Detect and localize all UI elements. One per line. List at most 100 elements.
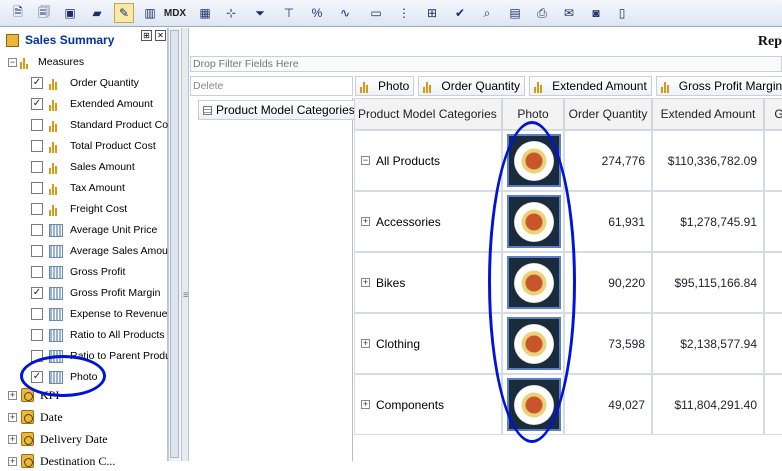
header-extended-amount[interactable]: Extended Amount [652,98,764,130]
dimension-item[interactable]: + Date [8,407,63,427]
measure-item[interactable]: Gross Profit [31,262,125,282]
delete-drop-zone[interactable]: Delete [190,76,353,96]
measure-checkbox[interactable] [31,161,43,173]
measure-item[interactable]: ✓ Extended Amount [31,94,153,114]
close-button[interactable]: ✕ [155,30,166,41]
header-category[interactable]: Product Model Categories [354,98,502,130]
trend-icon[interactable]: ∿ [335,3,355,23]
print-icon[interactable]: ⎙ [532,3,552,23]
collapse-icon[interactable]: − [361,156,370,165]
row-field-chip[interactable]: Product Model Categories [198,100,360,120]
expand-icon[interactable]: + [361,217,370,226]
check-icon[interactable]: ✔ [450,3,470,23]
expand-icon[interactable]: + [361,339,370,348]
calculated-measure-icon [49,223,63,237]
row-header-cell[interactable]: + Components [354,374,502,435]
measure-label: Expense to Revenue [70,308,168,320]
measure-item[interactable]: ✓ Order Quantity [31,73,139,93]
measure-item[interactable]: Standard Product Cos [31,115,173,135]
hierarchy-icon[interactable]: ⋮ [394,3,414,23]
measure-icon [534,80,548,93]
measure-checkbox[interactable] [31,245,43,257]
measure-label: Sales Amount [70,161,135,173]
row-header-cell[interactable]: + Clothing [354,313,502,374]
measure-checkbox[interactable] [31,266,43,278]
header-next-column[interactable]: G [764,98,782,130]
collapse-icon[interactable]: − [8,57,17,67]
design-icon[interactable]: ✎ [114,3,134,23]
row-header-cell[interactable]: + Accessories [354,191,502,252]
measure-label: Average Sales Amou [70,245,168,257]
open-icon[interactable]: 🗐 [34,3,54,23]
percent-icon[interactable]: % [307,3,327,23]
measure-checkbox[interactable] [31,182,43,194]
measure-item[interactable]: Ratio to All Products [31,325,165,345]
expand-icon[interactable]: + [8,412,17,422]
photo-measure-highlight [20,355,106,397]
save-as-icon[interactable]: ▤ [505,3,525,23]
column-field-chip[interactable]: Extended Amount [529,76,652,96]
pin-button[interactable]: ⊞ [141,30,152,41]
filter-icon[interactable]: ⏷ [250,3,270,23]
measure-checkbox[interactable] [31,308,43,320]
chart-icon[interactable]: ▥ [140,3,160,23]
camera-icon[interactable]: ◙ [586,3,606,23]
measure-icon [360,80,374,93]
document-icon[interactable]: ▯ [612,3,632,23]
drill-icon[interactable]: ⊹ [221,3,241,23]
expand-icon[interactable]: + [8,456,17,466]
measure-item[interactable]: Tax Amount [31,178,125,198]
new-report-icon[interactable]: 🗎 [8,3,28,23]
measure-checkbox[interactable] [31,140,43,152]
column-field-chips: Photo Order Quantity Extended Amount Gross … [355,76,782,96]
column-field-label: Extended Amount [552,79,647,93]
folder-icon[interactable]: ▰ [87,3,107,23]
measure-item[interactable]: Expense to Revenue [31,304,167,324]
top-filter-icon[interactable]: ⊤ [279,3,299,23]
measure-checkbox[interactable] [31,329,43,341]
splitter-grip-icon[interactable]: ≡ [183,290,189,301]
kpi-icon[interactable]: ▭ [366,3,386,23]
measure-item[interactable]: Average Sales Amou [31,241,168,261]
column-field-chip[interactable]: Gross Profit Margin [655,76,782,96]
measure-item[interactable]: Sales Amount [31,157,135,177]
toolbar: 🗎 🗐 ▣ ▰ ✎ ▥ MDX ▦ ⊹ ⏷ ⊤ % ∿ ▭ ⋮ ⊞ ✔ ⌕ ▤ … [0,0,782,27]
measures-node[interactable]: − Measures [8,52,84,72]
measure-checkbox[interactable] [31,203,43,215]
grid-icon[interactable]: ▦ [195,3,215,23]
dimension-item[interactable]: + Destination C... [8,451,115,471]
mail-icon[interactable]: ✉ [559,3,579,23]
measure-checkbox[interactable]: ✓ [31,98,43,110]
save-icon[interactable]: ▣ [60,3,80,23]
column-field-chip[interactable]: Order Quantity [418,76,526,96]
panel-splitter[interactable]: ≡ [181,28,189,461]
order-quantity-cell: 73,598 [564,313,652,374]
field-list-scrollbar[interactable] [168,28,180,461]
expand-icon[interactable]: + [361,278,370,287]
field-list-panel: Sales Summary ⊞ ✕ − Measures ✓ Order Quan… [0,28,173,468]
row-header-cell[interactable]: + Bikes [354,252,502,313]
scrollbar-thumb[interactable] [170,30,179,458]
measure-label: Ratio to All Products [70,329,165,341]
mdx-icon[interactable]: MDX [162,3,188,23]
dimension-icon [21,432,34,446]
filter-drop-zone[interactable]: Drop Filter Fields Here [190,56,782,72]
order-quantity-cell: 49,027 [564,374,652,435]
header-order-quantity[interactable]: Order Quantity [564,98,652,130]
measure-checkbox[interactable] [31,224,43,236]
measure-item[interactable]: ✓ Gross Profit Margin [31,283,160,303]
measure-item[interactable]: Total Product Cost [31,136,156,156]
row-header-cell[interactable]: − All Products [354,130,502,191]
column-field-chip[interactable]: Photo [355,76,415,96]
measure-checkbox[interactable] [31,119,43,131]
measure-checkbox[interactable]: ✓ [31,77,43,89]
export-icon[interactable]: ⊞ [422,3,442,23]
measure-item[interactable]: Freight Cost [31,199,127,219]
expand-icon[interactable]: + [8,390,17,400]
search-icon[interactable]: ⌕ [477,3,497,23]
measure-item[interactable]: Average Unit Price [31,220,157,240]
expand-icon[interactable]: + [8,434,17,444]
dimension-item[interactable]: + Delivery Date [8,429,108,449]
expand-icon[interactable]: + [361,400,370,409]
measure-checkbox[interactable]: ✓ [31,287,43,299]
